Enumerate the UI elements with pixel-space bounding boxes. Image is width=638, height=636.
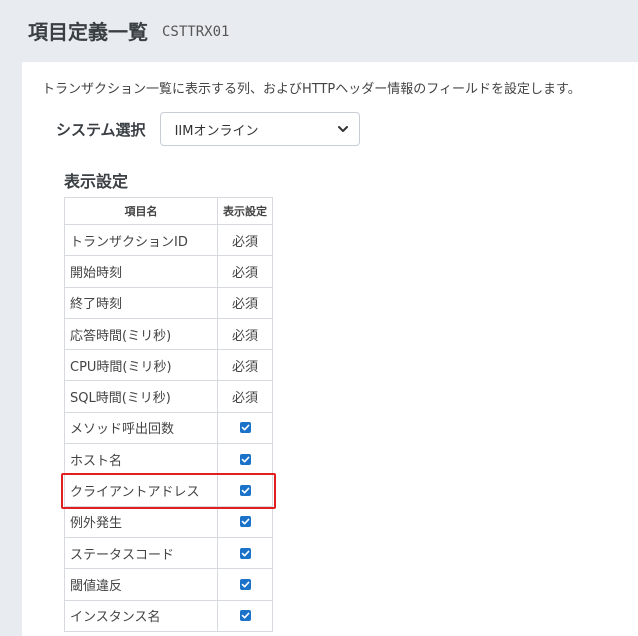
table-row: 開始時刻 必須 <box>64 255 273 288</box>
table-row: CPU時間(ミリ秒) 必須 <box>64 349 273 382</box>
checkbox-checked-icon[interactable] <box>239 485 251 497</box>
page-title: 項目定義一覧 <box>28 19 148 44</box>
required-label: 必須 <box>217 255 273 288</box>
required-label: 必須 <box>217 380 273 413</box>
screen-id: CSTTRX01 <box>162 23 230 40</box>
item-name-cell: 応答時間(ミリ秒) <box>64 317 218 351</box>
item-name-cell: クライアントアドレス <box>64 474 218 507</box>
item-name-cell: メソッド呼出回数 <box>64 411 218 445</box>
item-name-cell: 開始時刻 <box>64 255 218 288</box>
content-panel: トランザクション一覧に表示する列、およびHTTPヘッダー情報のフィールドを設定し… <box>22 62 638 636</box>
chevron-down-icon <box>337 126 348 132</box>
table-row: トランザクションID 必須 <box>64 223 273 257</box>
item-name-cell: インスタンス名 <box>64 599 218 632</box>
display-settings-title: 表示設定 <box>64 172 129 191</box>
table-row: メソッド呼出回数 <box>64 411 273 445</box>
display-setting-cell <box>217 505 273 538</box>
required-label: 必須 <box>217 349 273 382</box>
display-setting-cell <box>217 536 273 570</box>
table-row: クライアントアドレス <box>64 474 273 507</box>
table-row: インスタンス名 <box>64 599 273 632</box>
table-row: 閾値違反 <box>64 568 273 601</box>
system-select-dropdown[interactable]: IIMオンライン <box>159 112 360 146</box>
column-header-display-setting: 表示設定 <box>217 197 273 225</box>
display-setting-cell <box>217 568 273 601</box>
display-setting-cell <box>217 599 273 632</box>
required-label: 必須 <box>217 286 273 319</box>
checkbox-checked-icon[interactable] <box>239 516 251 528</box>
display-settings-table: 項目名 表示設定 トランザクションID 必須 開始時刻 必須 終了時刻 必須 応答時間(ミリ… <box>64 197 273 632</box>
system-select-label: システム選択 <box>56 120 146 139</box>
item-name-cell: CPU時間(ミリ秒) <box>64 349 218 382</box>
table-row: ホスト名 <box>64 443 273 476</box>
display-setting-cell <box>217 411 273 445</box>
table-row: 応答時間(ミリ秒) 必須 <box>64 317 273 351</box>
checkbox-checked-icon[interactable] <box>239 422 251 434</box>
table-row: SQL時間(ミリ秒) 必須 <box>64 380 273 413</box>
table-row: 終了時刻 必須 <box>64 286 273 319</box>
column-header-item-name: 項目名 <box>64 197 218 225</box>
page-description: トランザクション一覧に表示する列、およびHTTPヘッダー情報のフィールドを設定し… <box>42 82 581 97</box>
table-header-row: 項目名 表示設定 <box>64 197 273 225</box>
display-setting-cell <box>217 443 273 476</box>
required-label: 必須 <box>217 317 273 351</box>
table-row: 例外発生 <box>64 505 273 538</box>
checkbox-checked-icon[interactable] <box>239 578 251 590</box>
checkbox-checked-icon[interactable] <box>239 610 251 622</box>
checkbox-checked-icon[interactable] <box>239 453 251 465</box>
system-select-value: IIMオンライン <box>174 123 259 139</box>
item-name-cell: 終了時刻 <box>64 286 218 319</box>
table-row: ステータスコード <box>64 536 273 570</box>
page-header: 項目定義一覧 CSTTRX01 <box>0 0 638 60</box>
system-select-row: システム選択 IIMオンライン <box>56 112 360 146</box>
item-name-cell: トランザクションID <box>64 223 218 257</box>
required-label: 必須 <box>217 223 273 257</box>
item-name-cell: 閾値違反 <box>64 568 218 601</box>
item-name-cell: ステータスコード <box>64 536 218 570</box>
item-name-cell: 例外発生 <box>64 505 218 538</box>
display-setting-cell <box>217 474 273 507</box>
item-name-cell: ホスト名 <box>64 443 218 476</box>
checkbox-checked-icon[interactable] <box>239 547 251 559</box>
item-name-cell: SQL時間(ミリ秒) <box>64 380 218 413</box>
